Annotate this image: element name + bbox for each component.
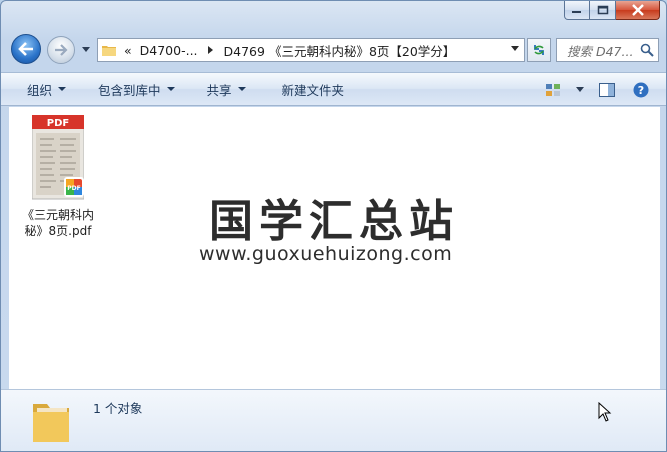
preview-pane-icon [599, 83, 615, 97]
maximize-button[interactable] [590, 1, 616, 20]
file-name: 《三元朝科内秘》8页.pdf [21, 208, 94, 238]
details-pane: 1 个对象 [1, 389, 666, 451]
refresh-button[interactable] [527, 38, 551, 62]
navigation-bar: « D4700-... D4769 《三元朝科内秘》8页【20学分】 搜索 D4… [1, 31, 666, 67]
file-item[interactable]: PDF PDF 《三元朝科内秘》8页.pdf [19, 114, 97, 239]
command-bar: 组织 包含到库中 共享 新建文件夹 ? [1, 72, 666, 106]
item-count: 1 个对象 [93, 401, 143, 416]
share-menu[interactable]: 共享 [195, 76, 258, 102]
minimize-icon [572, 11, 581, 13]
breadcrumb-item[interactable]: D4700-... [140, 43, 198, 58]
change-view-button[interactable] [540, 77, 566, 103]
close-icon [631, 4, 644, 16]
help-button[interactable]: ? [628, 77, 654, 103]
chevron-down-icon [576, 87, 584, 92]
search-input[interactable]: 搜索 D47... [556, 38, 659, 62]
close-button[interactable] [616, 1, 660, 20]
file-list[interactable]: PDF PDF 《三元朝科内秘》8页.pdf 国学汇总站 www.guoxueh… [9, 107, 660, 389]
address-dropdown-icon[interactable] [511, 46, 519, 52]
include-in-library-label: 包含到库中 [98, 82, 161, 98]
view-controls: ? [540, 77, 654, 103]
breadcrumb-overflow[interactable]: « [124, 43, 132, 58]
pdf-file-icon: PDF PDF [31, 114, 85, 201]
organize-label: 组织 [27, 82, 53, 98]
back-button[interactable] [11, 34, 41, 64]
pdf-label: PDF [47, 118, 69, 129]
chevron-down-icon [237, 87, 246, 91]
back-arrow-icon [18, 42, 33, 56]
folder-icon [33, 404, 69, 442]
forward-arrow-icon [55, 44, 68, 56]
breadcrumb-item-current[interactable]: D4769 《三元朝科内秘》8页【20学分】 [224, 41, 456, 60]
view-grid-icon [546, 84, 560, 96]
share-label: 共享 [206, 82, 232, 98]
recent-pages-button[interactable] [81, 45, 91, 55]
include-in-library-menu[interactable]: 包含到库中 [86, 76, 187, 102]
breadcrumb-separator-icon[interactable] [204, 46, 218, 54]
address-bar[interactable]: « D4700-... D4769 《三元朝科内秘》8页【20学分】 [97, 38, 525, 62]
chevron-down-icon [82, 47, 90, 52]
search-placeholder: 搜索 D47... [567, 43, 634, 59]
view-options-button[interactable] [574, 77, 586, 103]
mouse-cursor-icon [598, 402, 612, 422]
folder-icon [102, 46, 116, 56]
watermark-title: 国学汇总站 [209, 196, 459, 247]
minimize-button[interactable] [564, 1, 590, 20]
preview-pane-button[interactable] [594, 77, 620, 103]
refresh-icon [534, 45, 544, 55]
search-icon[interactable] [640, 43, 654, 57]
watermark-url: www.guoxuehuizong.com [199, 243, 453, 265]
forward-button[interactable] [47, 36, 75, 64]
maximize-icon [597, 5, 608, 15]
svg-text:PDF: PDF [67, 185, 80, 192]
svg-text:?: ? [638, 84, 644, 97]
chevron-down-icon [58, 87, 67, 91]
new-folder-button[interactable]: 新建文件夹 [270, 76, 357, 102]
help-icon: ? [633, 82, 649, 98]
caption-buttons [564, 1, 660, 20]
new-folder-label: 新建文件夹 [281, 82, 345, 98]
chevron-down-icon [166, 87, 175, 91]
organize-menu[interactable]: 组织 [15, 76, 78, 102]
explorer-window: « D4700-... D4769 《三元朝科内秘》8页【20学分】 搜索 D4… [0, 0, 667, 452]
